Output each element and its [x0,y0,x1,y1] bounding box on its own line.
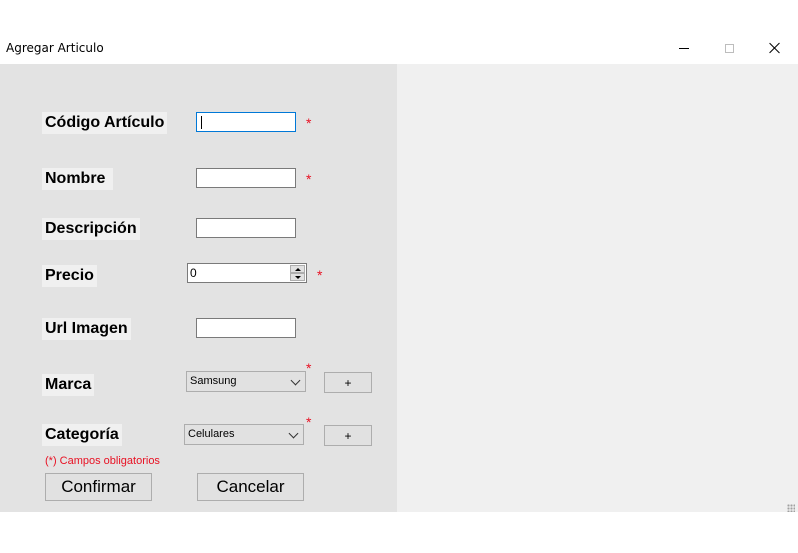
arrow-down-icon [294,275,301,279]
chevron-down-icon [288,428,299,439]
window-title: Agregar Articulo [6,41,104,55]
nombre-label: Nombre [42,168,113,190]
marca-label: Marca [42,374,95,396]
marca-required-mark: * [306,360,312,376]
marca-select[interactable]: Samsung [186,371,306,392]
required-fields-note: (*) Campos obligatorios [45,455,160,467]
categoria-label: Categoría [42,424,122,446]
resize-grip-icon[interactable] [787,504,795,512]
spin-up-button[interactable] [290,265,305,273]
codigo-input[interactable] [196,112,296,132]
title-bar: Agregar Articulo [0,32,798,64]
codigo-label: Código Artículo [42,112,168,134]
url-imagen-label: Url Imagen [42,318,131,340]
url-imagen-input[interactable] [196,318,296,338]
cancel-button[interactable]: Cancelar [197,473,304,501]
maximize-button[interactable] [706,32,752,64]
categoria-selected-value: Celulares [188,428,235,440]
add-marca-button[interactable]: + [324,372,372,393]
minimize-icon [679,47,689,49]
descripcion-input[interactable] [196,218,296,238]
text-caret [201,116,202,129]
spin-down-button[interactable] [290,273,305,281]
nombre-required-mark: * [306,171,312,187]
close-button[interactable] [752,32,798,64]
marca-selected-value: Samsung [190,375,237,387]
chevron-down-icon [290,375,301,386]
categoria-select[interactable]: Celulares [184,424,304,445]
confirm-button[interactable]: Confirmar [45,473,152,501]
minimize-button[interactable] [661,32,707,64]
precio-required-mark: * [317,267,323,283]
add-categoria-button[interactable]: + [324,425,372,446]
maximize-icon [724,43,734,53]
codigo-required-mark: * [306,115,312,131]
precio-value: 0 [190,266,197,280]
close-icon [769,42,781,54]
precio-numeric-input[interactable]: 0 [187,263,307,283]
arrow-up-icon [294,267,301,271]
precio-spinner [290,265,305,281]
categoria-required-mark: * [306,414,312,430]
precio-label: Precio [42,265,97,287]
descripcion-label: Descripción [42,218,140,240]
nombre-input[interactable] [196,168,296,188]
